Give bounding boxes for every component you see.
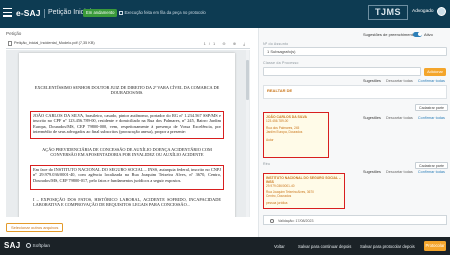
save-protocol-later-link[interactable]: Salvar para protocolar depois: [360, 244, 415, 249]
confirm-all-button[interactable]: Confirmar todas: [418, 170, 445, 174]
classe-label: Classe da Processo: [263, 61, 299, 65]
document-viewer[interactable]: EXCELENTÍSSIMO SENHOR DOUTOR JUIZ DE DIR…: [6, 50, 250, 217]
section-label: Petição: [6, 31, 22, 36]
autosuggest-toggle[interactable]: [413, 31, 422, 37]
register-party-button[interactable]: Cadastrar parte: [415, 104, 448, 111]
party-name: INSTITUTO NACIONAL DO SEGURO SOCIAL – IN…: [266, 176, 341, 184]
party-role: Autor: [266, 137, 274, 142]
confirm-all-button[interactable]: Confirmar todas: [418, 79, 445, 83]
validation-bar: Validação: 17/08/2023: [263, 215, 447, 225]
queue-info-text: Execução feita em fila da peça no protoc…: [124, 10, 206, 15]
autosuggest-label: Sugestões de preenchimento: [363, 32, 416, 37]
doc-author-qualification: JOÃO CARLOS DA SILVA, brasileiro, casado…: [33, 113, 221, 135]
divider: [44, 9, 45, 18]
classe-field[interactable]: [263, 67, 421, 76]
vendor-logo: Softplan: [26, 242, 51, 249]
queue-info: Execução feita em fila da peça no protoc…: [119, 10, 206, 15]
protocol-button[interactable]: Protocolar: [424, 241, 446, 251]
file-name[interactable]: Petição_inicial_Incidental_Modelo.pdf (7…: [14, 41, 95, 45]
reatividade-card: REALTAR DE: [263, 85, 447, 99]
suggestions-label: Sugestões: [363, 79, 381, 83]
suggestion-actions-2: Sugestões Descartar todas Confirmar toda…: [363, 116, 445, 120]
menu-icon[interactable]: [3, 8, 12, 18]
add-button[interactable]: Adicionar: [424, 68, 446, 76]
select-files-button[interactable]: Selecionar outros arquivos: [6, 223, 64, 232]
viewer-tools[interactable]: 1/1 ⊖ ⊕ ⤓: [204, 41, 248, 46]
party-city: Jardim Europa, Dourados: [266, 130, 303, 135]
document-toolbar: Petição_inicial_Incidental_Modelo.pdf (7…: [6, 39, 250, 49]
footer-bar: SAJ Softplan Voltar Salvar para continua…: [0, 237, 450, 255]
card-title: REALTAR DE: [267, 88, 293, 93]
reu-label: Réu: [263, 162, 271, 166]
party-doc: 29.979.036/0001-40: [266, 184, 295, 188]
discard-all-button[interactable]: Descartar todas: [386, 170, 413, 174]
clock-icon: [270, 219, 274, 223]
file-icon: [8, 40, 12, 46]
scroll-thumb[interactable]: [246, 60, 249, 100]
validation-text: Validação: 17/08/2023: [278, 218, 314, 223]
autosuggest-row: Sugestões de preenchimento Ativo: [263, 31, 447, 39]
court-logo: TJMS: [368, 5, 408, 20]
suggestion-actions-3: Sugestões Descartar todas Confirmar toda…: [363, 170, 445, 174]
checkbox-icon[interactable]: [119, 10, 123, 15]
defendant-suggestion[interactable]: INSTITUTO NACIONAL DO SEGURO SOCIAL – IN…: [263, 173, 345, 209]
confirm-all-button[interactable]: Confirmar todas: [418, 116, 445, 120]
party-role: pessoa jurídica: [266, 200, 288, 205]
document-page: EXCELENTÍSSIMO SENHOR DOUTOR JUIZ DE DIR…: [19, 53, 235, 217]
document-panel: Petição Petição_inicial_Incidental_Model…: [0, 28, 256, 237]
party-city: Centro, Dourados: [266, 194, 292, 199]
app-root: e-SAJ Petição Inicial Em andamento Execu…: [0, 0, 450, 255]
suggestion-actions-1: Sugestões Descartar todas Confirmar toda…: [363, 79, 445, 83]
discard-all-button[interactable]: Descartar todas: [386, 116, 413, 120]
brand-logo: e-SAJ: [16, 8, 41, 18]
party-doc: 123.456.789-00: [266, 119, 289, 123]
doc-action-title: AÇÃO PREVIDENCIÁRIA DE CONCESSÃO DE AUXÍ…: [42, 147, 212, 158]
viewer-scrollbar[interactable]: [246, 50, 249, 217]
subject-field[interactable]: 1 Subsagrafo(s): [263, 47, 447, 56]
discard-all-button[interactable]: Descartar todas: [386, 79, 413, 83]
form-panel: Sugestões de preenchimento Ativo Nº do A…: [258, 28, 450, 237]
suggestions-label: Sugestões: [363, 170, 381, 174]
avatar[interactable]: [437, 7, 446, 16]
footer-brand: SAJ: [4, 241, 21, 250]
top-bar: e-SAJ Petição Inicial Em andamento Execu…: [0, 0, 450, 28]
vendor-name: Softplan: [32, 243, 51, 249]
softplan-icon: [26, 242, 31, 248]
autosuggest-value: Ativo: [424, 32, 433, 37]
user-name[interactable]: Advogado: [412, 9, 434, 14]
doc-facts-heading: I – EXPOSIÇÃO DOS FATOS, HISTÓRICO LABOR…: [33, 197, 221, 208]
back-link[interactable]: Voltar: [274, 244, 285, 249]
suggestions-label: Sugestões: [363, 116, 381, 120]
status-badge: Em andamento: [83, 9, 118, 17]
register-party-button-2[interactable]: Cadastrar parte: [415, 162, 448, 169]
save-continue-link[interactable]: Salvar para continuar depois: [298, 244, 351, 249]
author-suggestion[interactable]: JOÃO CARLOS DA SILVA 123.456.789-00 Rua …: [263, 112, 329, 158]
doc-addressee: EXCELENTÍSSIMO SENHOR DOUTOR JUIZ DE DIR…: [34, 85, 220, 96]
doc-defendant-qualification: Em face do INSTITUTO NACIONAL DO SEGURO …: [33, 167, 221, 183]
subject-label: Nº do Assunto: [263, 42, 289, 46]
